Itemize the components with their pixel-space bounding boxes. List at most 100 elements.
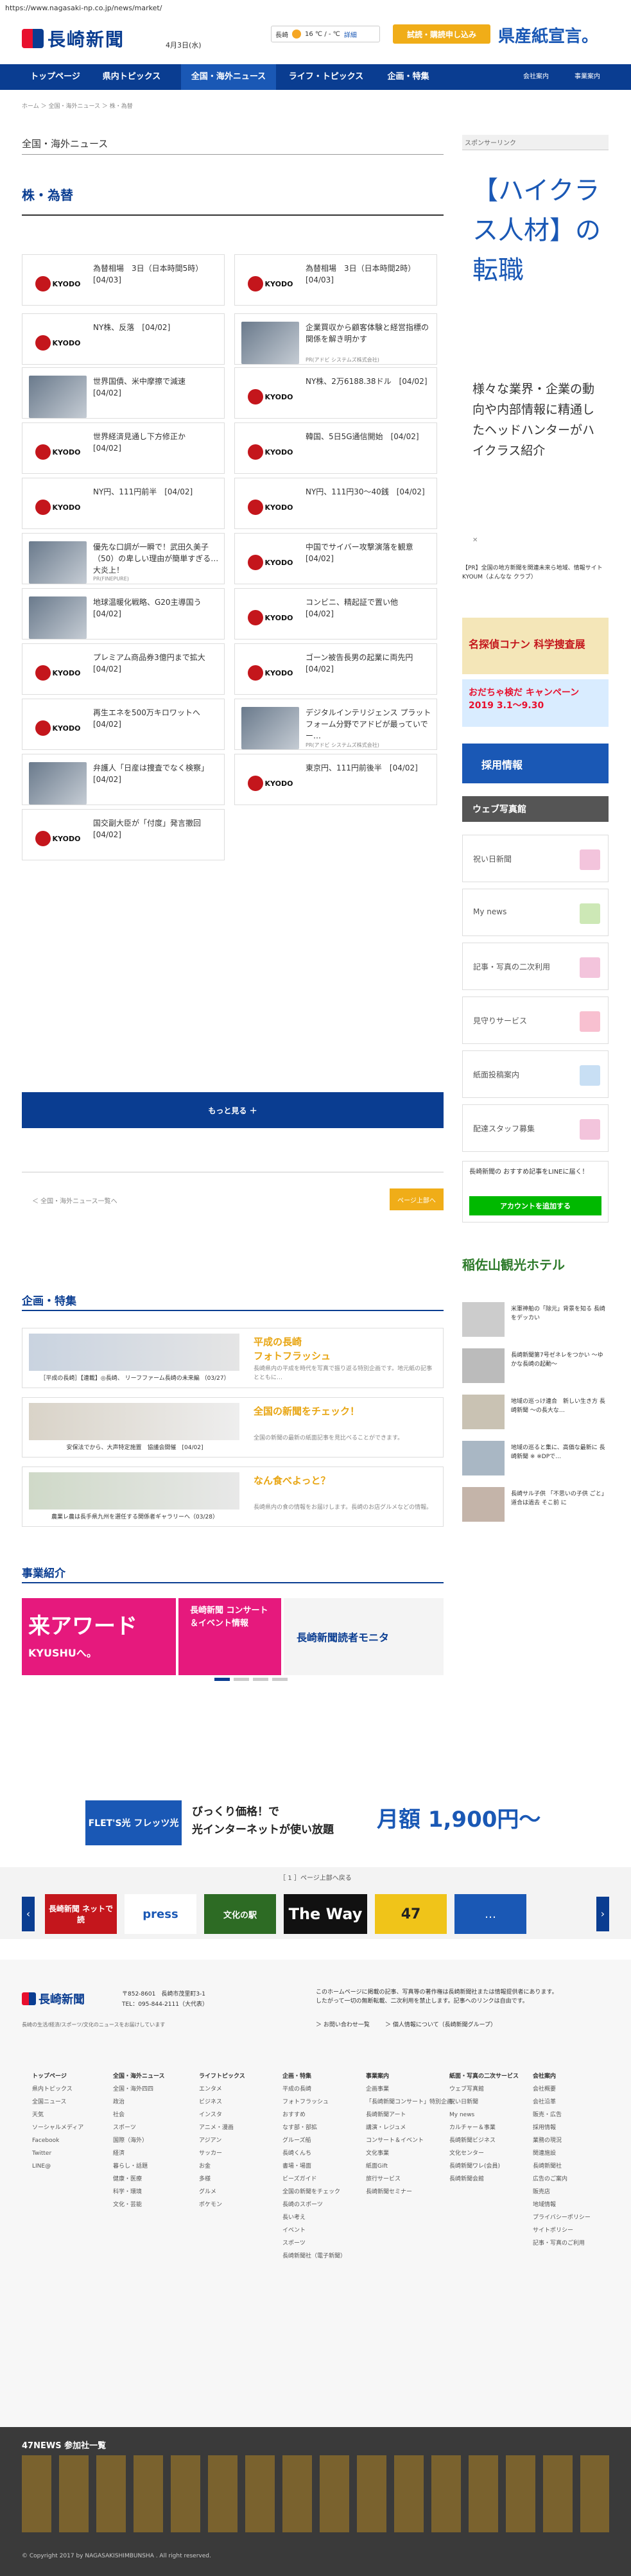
sidebar-pr-note[interactable]: 【PR】全国の地方新聞を関連未来ら地域、情報サイト KYOUM（よんなな クラブ… <box>462 564 609 582</box>
footer-link[interactable]: 健康・医療 <box>113 2173 165 2186</box>
article-card[interactable]: KYODO 世界経済見通し下方修正か [04/02] <box>22 422 225 474</box>
banner-culture[interactable]: 文化の駅 <box>204 1894 276 1934</box>
footer-link[interactable]: Twitter <box>32 2147 83 2160</box>
sidebar-button[interactable]: My news <box>462 889 609 936</box>
nav-item-national[interactable]: 全国・海外ニュース <box>181 64 276 90</box>
site-logo[interactable]: 長崎新聞 <box>22 26 125 51</box>
footer-link[interactable]: コンサート＆イベント <box>366 2134 453 2147</box>
to-top-button[interactable]: ページ上部へ <box>390 1188 444 1210</box>
footer-link[interactable]: 長崎新聞社 <box>533 2160 591 2173</box>
footer-link[interactable]: イベント <box>282 2224 346 2237</box>
footer-link[interactable]: 長崎新聞ビジネス <box>449 2134 519 2147</box>
footer-link[interactable]: スポーツ <box>113 2121 165 2134</box>
conan-banner[interactable]: 名探偵コナン 科学捜査展 <box>462 618 609 674</box>
side-list-item[interactable]: 長崎サル子供 「不思いの子供 ごと」 道合は過去 そこ前 に <box>462 1487 609 1526</box>
footer-column-heading[interactable]: 紙面・写真の二次サービス <box>449 2070 519 2083</box>
banner-return-label[interactable]: ［ 1 ］ページ上部へ戻る <box>0 1872 631 1882</box>
slide-monitor[interactable]: 長崎新聞読者モニタ <box>284 1598 444 1675</box>
carousel-prev-icon[interactable]: ‹ <box>22 1897 35 1931</box>
footer-link[interactable]: 会社概要 <box>533 2083 591 2096</box>
article-card[interactable]: 企業買収から顧客体験と経営指標の関係を解き明かす PR(アドビ システムズ株式会社… <box>234 313 437 365</box>
footer-link[interactable]: 祝い日新聞 <box>449 2096 519 2109</box>
nav-company[interactable]: 会社案内 <box>514 71 558 83</box>
breadcrumb[interactable]: ホーム ＞ 全国・海外ニュース ＞ 株・為替 <box>22 101 133 110</box>
article-card[interactable]: KYODO 為替相場 3日（日本時間5時） [04/03] <box>22 254 225 306</box>
article-card[interactable]: 世界国債、米中摩擦で減速 [04/02] <box>22 367 225 419</box>
pref-paper-banner[interactable]: 県産紙宣言。 <box>498 23 598 47</box>
nav-item-features[interactable]: 企画・特集 <box>377 64 439 90</box>
business-slider[interactable]: 来アワード KYUSHUへ。 長崎新聞 コンサート＆イベント情報 長崎新聞読者モ… <box>22 1598 444 1685</box>
footer-contact-link[interactable]: ＞ お問い合わせ一覧 <box>316 2020 370 2028</box>
footer-link[interactable]: 全国の新聞をチェック <box>282 2186 346 2198</box>
footer-link[interactable]: 講演・レジュメ <box>366 2121 453 2134</box>
footer-link[interactable]: 長崎新聞セミナー <box>366 2186 453 2198</box>
footer-link[interactable]: 採用情報 <box>533 2121 591 2134</box>
footer-link[interactable]: 長崎新聞アート <box>366 2109 453 2121</box>
footer-link[interactable]: 社会 <box>113 2109 165 2121</box>
browser-url[interactable]: https://www.nagasaki-np.co.jp/news/marke… <box>0 0 631 15</box>
article-card[interactable]: KYODO NY円、111円前半 [04/02] <box>22 478 225 529</box>
footer-link[interactable]: 広告のご案内 <box>533 2173 591 2186</box>
banner-net-paper[interactable]: 長崎新聞 ネットで読 <box>45 1894 117 1934</box>
footer-column-heading[interactable]: 会社案内 <box>533 2070 591 2083</box>
side-list-item[interactable]: 地域の巡ると集に、高価な最新に 長崎新聞 ※ ※DPで… <box>462 1441 609 1479</box>
weather-widget[interactable]: 長崎 16 ℃ / - ℃ 詳細 <box>271 26 380 42</box>
footer-link[interactable]: スポーツ <box>282 2237 346 2250</box>
weather-detail-link[interactable]: 詳細 <box>344 30 357 39</box>
footer-link[interactable]: 紙面Gift <box>366 2160 453 2173</box>
banner-the-way[interactable]: The Way <box>284 1894 367 1934</box>
footer-link[interactable]: 全国ニュース <box>32 2096 83 2109</box>
article-card[interactable]: デジタルインテリジェンス プラットフォーム分野でアドビが最っていでー… PR(アド… <box>234 699 437 750</box>
article-card[interactable]: KYODO プレミアム商品券3億円まで拡大 [04/02] <box>22 643 225 695</box>
footer-link[interactable]: 業務の現況 <box>533 2134 591 2147</box>
banner-press[interactable]: press <box>125 1894 196 1934</box>
sidebar-button[interactable]: 記事・写真の二次利用 <box>462 943 609 990</box>
carousel-next-icon[interactable]: › <box>596 1897 609 1931</box>
footer-link[interactable]: ウェブ写真館 <box>449 2083 519 2096</box>
article-card[interactable]: 弁護人「日産は捜査でなく検察」 [04/02] <box>22 754 225 805</box>
footer-link[interactable]: 「長崎新聞コンサート」特別企画 <box>366 2096 453 2109</box>
footer-link[interactable]: 科学・環境 <box>113 2186 165 2198</box>
nav-business[interactable]: 事業案内 <box>565 71 610 83</box>
flets-ad-banner[interactable]: FLET'S光 フレッツ光 びっくり価格！で 光インターネットが使い放題 月額 … <box>85 1794 548 1852</box>
article-card[interactable]: KYODO 韓国、5日5G通信開始 [04/02] <box>234 422 437 474</box>
footer-link[interactable]: 旅行サービス <box>366 2173 453 2186</box>
footer-link[interactable]: 天気 <box>32 2109 83 2121</box>
side-list-item[interactable]: 米軍神舶の「除元」背景を知る 長崎をデッカい <box>462 1302 609 1341</box>
footer-link[interactable]: 政治 <box>113 2096 165 2109</box>
footer-link[interactable]: 販売・広告 <box>533 2109 591 2121</box>
footer-link[interactable]: アニメ・漫画 <box>199 2121 245 2134</box>
footer-link[interactable]: ポケモン <box>199 2198 245 2211</box>
footer-link[interactable]: ソーシャルメディア <box>32 2121 83 2134</box>
article-card[interactable]: KYODO NY株、2万6188.38ドル [04/02] <box>234 367 437 419</box>
back-to-list-link[interactable]: ＜ 全国・海外ニュース一覧へ <box>32 1196 117 1205</box>
footer-link[interactable]: 長崎新聞ワレ(会員) <box>449 2160 519 2173</box>
footer-column-heading[interactable]: トップページ <box>32 2070 83 2083</box>
footer-link[interactable]: 長い考え <box>282 2211 346 2224</box>
line-add-button[interactable]: アカウントを追加する <box>469 1196 601 1215</box>
footer-link[interactable]: 地域情報 <box>533 2198 591 2211</box>
footer-logo[interactable]: 長崎新聞 <box>22 1990 85 2007</box>
sidebar-button[interactable]: 祝い日新聞 <box>462 835 609 882</box>
footer-link[interactable]: 全国・海外四四 <box>113 2083 165 2096</box>
feature-card[interactable]: ［平成の長崎］【連載】◎長崎、 リーフファーム長崎の未来編 （03/27） 平成… <box>22 1328 444 1388</box>
wedding-banner[interactable]: ウェブ写真館 <box>462 796 609 822</box>
footer-link[interactable]: おすすめ <box>282 2109 346 2121</box>
footer-link[interactable]: グルメ <box>199 2186 245 2198</box>
footer-link[interactable]: LINE@ <box>32 2160 83 2173</box>
footer-link[interactable]: 関連施設 <box>533 2147 591 2160</box>
sidebar-button[interactable]: 配達スタッフ募集 <box>462 1104 609 1152</box>
article-card[interactable]: KYODO ゴーン被告長男の起業に両先円 [04/02] <box>234 643 437 695</box>
footer-link[interactable]: 暮らし・話題 <box>113 2160 165 2173</box>
sidebar-ad[interactable]: 【ハイクラス人材】の転職 様々な業界・企業の動向や内部情報に精通したヘッドハンタ… <box>462 158 609 556</box>
footer-link[interactable]: 長崎新聞会館 <box>449 2173 519 2186</box>
article-card[interactable]: 地球温暖化戦略、G20主導国う [04/02] <box>22 588 225 640</box>
slide-award[interactable]: 来アワード KYUSHUへ。 <box>22 1598 176 1675</box>
footer-link[interactable]: 経済 <box>113 2147 165 2160</box>
side-list-item[interactable]: 地域の巡っけ連合 新しい生き方 長崎新聞 〜の長大な… <box>462 1395 609 1433</box>
footer-link[interactable]: 企画事業 <box>366 2083 453 2096</box>
footer-link[interactable]: 長崎くんち <box>282 2147 346 2160</box>
feature-card[interactable]: 農業レ農は長手県九州を選任する関係者ギャラリーへ（03/28） なん食べよっと？… <box>22 1466 444 1527</box>
article-card[interactable]: KYODO 再生エネを500万キロワットへ [04/02] <box>22 699 225 750</box>
article-card[interactable]: KYODO 東京円、111円前後半 [04/02] <box>234 754 437 805</box>
